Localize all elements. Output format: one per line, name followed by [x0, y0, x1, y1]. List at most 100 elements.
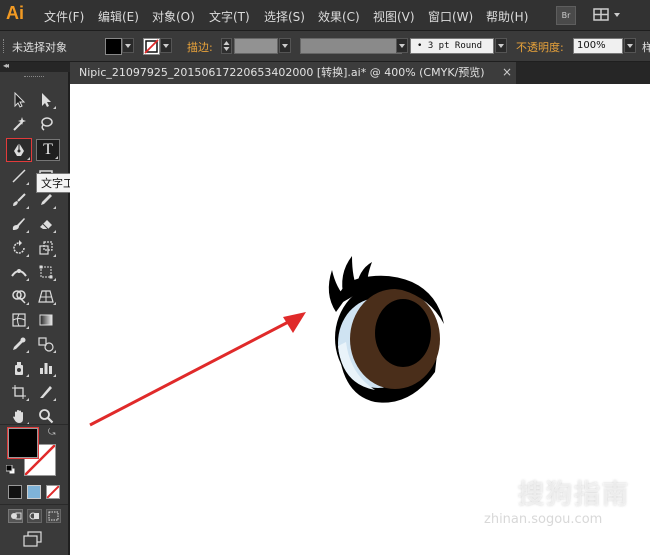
fill-swatch[interactable] — [105, 38, 122, 55]
pen-tool[interactable] — [6, 138, 32, 162]
shape-builder-tool[interactable] — [8, 286, 30, 306]
symbol-sprayer-tool[interactable] — [8, 358, 30, 378]
eraser-tool[interactable] — [35, 214, 57, 234]
width-tool[interactable] — [8, 262, 30, 282]
column-graph-tool[interactable] — [35, 358, 57, 378]
column-graph-icon — [40, 363, 52, 374]
workspace-switcher[interactable] — [592, 6, 626, 23]
menu-window[interactable]: 窗口(W) — [428, 8, 473, 25]
lasso-icon — [41, 117, 53, 131]
opacity-field[interactable]: 100% — [573, 38, 623, 54]
style-label[interactable]: 样 — [642, 39, 650, 55]
fill-dropdown[interactable] — [122, 38, 134, 53]
paintbrush-tool[interactable] — [8, 190, 30, 210]
menu-object[interactable]: 对象(O) — [152, 8, 195, 25]
blob-brush-tool[interactable] — [8, 214, 30, 234]
selection-tool[interactable] — [8, 90, 30, 110]
tab-close-icon[interactable]: × — [502, 65, 512, 79]
line-segment-tool[interactable] — [8, 166, 30, 186]
none-mode-button[interactable] — [46, 485, 60, 499]
perspective-grid-icon — [38, 290, 54, 303]
free-transform-tool[interactable] — [35, 262, 57, 282]
zoom-magnifier-icon — [39, 409, 54, 424]
type-tool-icon: T — [43, 141, 53, 158]
eye-illustration — [328, 256, 444, 403]
perspective-grid-tool[interactable] — [35, 286, 57, 306]
profile-dropdown[interactable] — [396, 38, 408, 53]
menu-bar: Ai 文件(F) 编辑(E) 对象(O) 文字(T) 选择(S) 效果(C) 视… — [0, 0, 650, 31]
pen-nib-icon — [14, 143, 24, 156]
workspace-grid-icon — [593, 8, 620, 21]
direct-selection-arrow-icon — [42, 93, 51, 107]
variable-width-profile[interactable] — [300, 38, 402, 54]
divider — [0, 424, 68, 425]
color-mode-button[interactable] — [8, 485, 22, 499]
blend-tool[interactable] — [35, 334, 57, 354]
stroke-weight-dropdown[interactable] — [279, 38, 291, 53]
stroke-weight-stepper[interactable] — [221, 38, 232, 54]
draw-behind-icon — [29, 512, 39, 520]
menu-file[interactable]: 文件(F) — [44, 8, 84, 25]
free-transform-icon — [39, 265, 53, 279]
type-tool[interactable]: T — [36, 139, 60, 161]
rotate-tool[interactable] — [8, 238, 30, 258]
slice-tool[interactable] — [35, 382, 57, 402]
stroke-dropdown[interactable] — [160, 38, 172, 53]
hand-icon — [13, 410, 23, 423]
menu-select[interactable]: 选择(S) — [264, 8, 305, 25]
artboard-tool[interactable] — [8, 382, 30, 402]
menu-edit[interactable]: 编辑(E) — [98, 8, 139, 25]
control-bar: 未选择对象 描边: • 3 pt Round 不透明度: 100% 样 — [0, 31, 650, 62]
artboard-icon — [12, 385, 26, 399]
fill-color-box[interactable] — [7, 427, 39, 459]
document-tab[interactable]: Nipic_21097925_20150617220653402000 [转换]… — [70, 62, 516, 84]
scale-tool[interactable] — [35, 238, 57, 258]
none-slash-icon — [46, 485, 60, 499]
menu-view[interactable]: 视图(V) — [373, 8, 415, 25]
swap-fill-stroke-icon[interactable]: ⤿ — [48, 428, 56, 438]
menu-help[interactable]: 帮助(H) — [486, 8, 528, 25]
zoom-tool[interactable] — [35, 406, 57, 426]
stepper-arrows-icon — [223, 41, 230, 51]
eyedropper-tool[interactable] — [8, 334, 30, 354]
pencil-icon — [41, 194, 52, 205]
watermark-url: zhinan.sogou.com — [484, 512, 603, 527]
default-fill-stroke-icon[interactable] — [5, 464, 16, 475]
magic-wand-tool[interactable] — [8, 114, 30, 134]
selection-arrow-icon — [14, 92, 26, 108]
paintbrush-icon — [13, 193, 26, 206]
scale-icon — [39, 241, 53, 255]
gradient-icon — [39, 314, 53, 326]
lasso-tool[interactable] — [35, 114, 57, 134]
gradient-tool[interactable] — [35, 310, 57, 330]
pencil-tool[interactable] — [35, 190, 57, 210]
stroke-swatch[interactable] — [143, 38, 160, 55]
screen-mode-button[interactable] — [22, 531, 44, 547]
bridge-button[interactable]: Br — [556, 6, 576, 25]
opacity-label[interactable]: 不透明度: — [516, 39, 564, 55]
direct-selection-tool[interactable] — [35, 90, 57, 110]
default-colors-icon — [5, 464, 16, 475]
slice-knife-icon — [40, 386, 52, 398]
menu-type[interactable]: 文字(T) — [209, 8, 250, 25]
stroke-weight-label[interactable]: 描边: — [187, 39, 213, 55]
gradient-mode-button[interactable] — [27, 485, 41, 499]
stroke-weight-field[interactable] — [234, 38, 278, 54]
collapse-panel-icon[interactable]: ◂◂ — [3, 61, 9, 70]
menu-effect[interactable]: 效果(C) — [318, 8, 360, 25]
control-bar-grip — [3, 39, 6, 53]
brush-definition-field[interactable]: • 3 pt Round — [410, 38, 494, 54]
brush-definition-dropdown[interactable] — [495, 38, 507, 53]
draw-normal-button[interactable] — [8, 509, 23, 523]
mesh-tool[interactable] — [8, 310, 30, 330]
blob-brush-icon — [12, 218, 25, 230]
draw-behind-button[interactable] — [27, 509, 42, 523]
line-segment-icon — [12, 169, 26, 183]
opacity-dropdown[interactable] — [624, 38, 636, 53]
hand-tool[interactable] — [8, 406, 30, 426]
watermark-logo-icon — [478, 470, 512, 504]
draw-inside-button[interactable] — [46, 509, 61, 523]
draw-inside-icon — [48, 511, 59, 521]
width-tool-icon — [11, 269, 27, 277]
draw-normal-icon — [11, 512, 22, 520]
